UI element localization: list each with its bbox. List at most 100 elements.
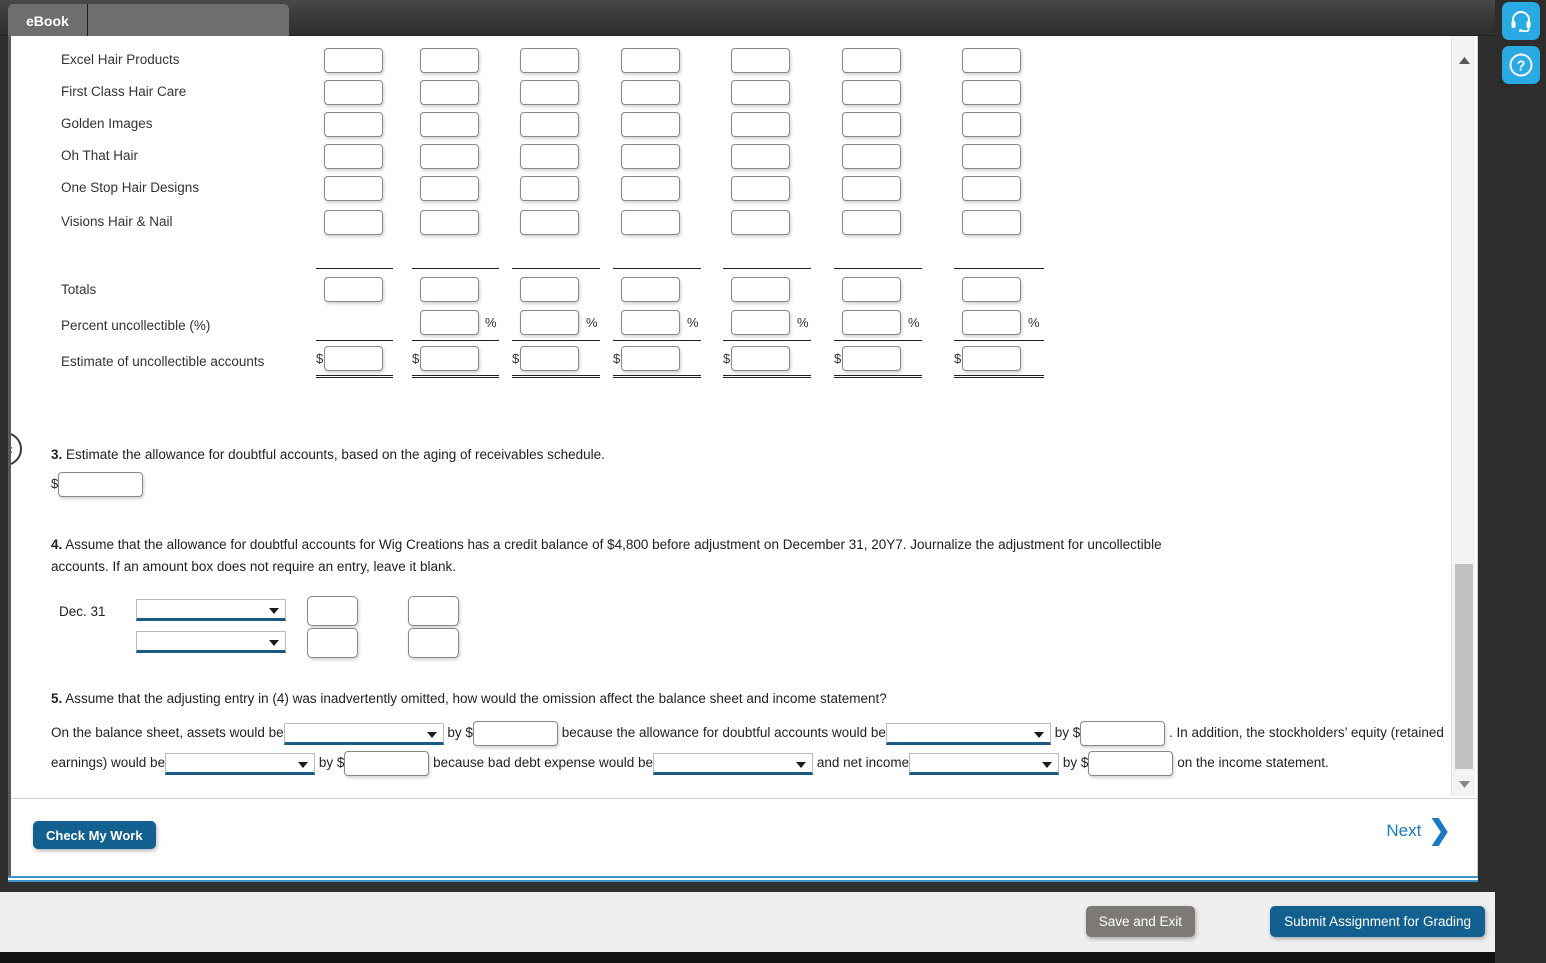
totals-cell-input[interactable] xyxy=(842,277,901,302)
chevron-left-icon: ‹ xyxy=(8,440,13,458)
q5-allowance-amount-input[interactable] xyxy=(1080,721,1166,747)
table-cell-input[interactable] xyxy=(962,48,1021,73)
submit-assignment-button[interactable]: Submit Assignment for Grading xyxy=(1270,906,1485,937)
q5-equity-amount-input[interactable] xyxy=(344,751,430,777)
table-cell-input[interactable] xyxy=(731,144,790,169)
question-3-answer-input[interactable] xyxy=(58,472,144,498)
help-button[interactable]: ? xyxy=(1502,46,1540,84)
table-cell-input[interactable] xyxy=(520,48,579,73)
q5-segment-10: by $ xyxy=(1062,755,1089,771)
table-cell-input[interactable] xyxy=(962,210,1021,235)
table-cell-input[interactable] xyxy=(324,210,383,235)
estimate-cell-input[interactable] xyxy=(731,346,790,371)
question-3-prompt: 3. Estimate the allowance for doubtful a… xyxy=(51,442,1431,468)
percent-cell-input[interactable] xyxy=(962,310,1021,335)
table-cell-input[interactable] xyxy=(420,112,479,137)
journal-account-select-1[interactable] xyxy=(136,598,286,621)
table-cell-input[interactable] xyxy=(621,112,680,137)
table-cell-input[interactable] xyxy=(324,112,383,137)
percent-cell-input[interactable] xyxy=(420,310,479,335)
estimate-cell-input[interactable] xyxy=(520,346,579,371)
table-cell-input[interactable] xyxy=(842,80,901,105)
next-button[interactable]: Next ❯ xyxy=(1386,817,1451,844)
table-cell-input[interactable] xyxy=(324,144,383,169)
percent-cell-input[interactable] xyxy=(621,310,680,335)
table-cell-input[interactable] xyxy=(420,176,479,201)
scroll-up-arrow[interactable] xyxy=(1452,50,1476,70)
percent-cell-input[interactable] xyxy=(731,310,790,335)
table-cell-input[interactable] xyxy=(420,144,479,169)
scroll-down-arrow[interactable] xyxy=(1452,774,1476,794)
estimate-cell-input[interactable] xyxy=(324,346,383,371)
table-cell-input[interactable] xyxy=(621,144,680,169)
check-my-work-button[interactable]: Check My Work xyxy=(33,821,156,849)
tab-ebook[interactable]: eBook xyxy=(8,4,88,38)
table-cell-input[interactable] xyxy=(842,48,901,73)
table-cell-input[interactable] xyxy=(731,112,790,137)
table-cell-input[interactable] xyxy=(520,210,579,235)
totals-cell-input[interactable] xyxy=(324,277,383,302)
table-cell-input[interactable] xyxy=(621,210,680,235)
table-cell-input[interactable] xyxy=(420,210,479,235)
table-cell-input[interactable] xyxy=(731,48,790,73)
table-cell-input[interactable] xyxy=(731,176,790,201)
percent-cell-input[interactable] xyxy=(842,310,901,335)
content-scrollbar[interactable] xyxy=(1451,36,1475,796)
table-cell-input[interactable] xyxy=(621,176,680,201)
question-5: 5. Assume that the adjusting entry in (4… xyxy=(51,686,1451,778)
save-and-exit-button[interactable]: Save and Exit xyxy=(1085,906,1195,937)
q5-netincome-amount-input[interactable] xyxy=(1088,751,1174,777)
estimate-top-rule xyxy=(954,340,1044,341)
row-label: One Stop Hair Designs xyxy=(61,180,200,195)
table-cell-input[interactable] xyxy=(324,176,383,201)
table-cell-input[interactable] xyxy=(842,176,901,201)
q5-equity-select[interactable] xyxy=(165,752,316,775)
table-cell-input[interactable] xyxy=(324,80,383,105)
table-cell-input[interactable] xyxy=(621,80,680,105)
estimate-cell-input[interactable] xyxy=(621,346,680,371)
totals-cell-input[interactable] xyxy=(420,277,479,302)
table-cell-input[interactable] xyxy=(621,48,680,73)
estimate-cell-input[interactable] xyxy=(420,346,479,371)
table-cell-input[interactable] xyxy=(842,112,901,137)
table-cell-input[interactable] xyxy=(520,80,579,105)
journal-account-select-2[interactable] xyxy=(136,630,286,653)
table-cell-input[interactable] xyxy=(842,144,901,169)
table-cell-input[interactable] xyxy=(962,112,1021,137)
table-cell-input[interactable] xyxy=(420,48,479,73)
q5-baddebt-select[interactable] xyxy=(653,752,814,775)
q5-allowance-select[interactable] xyxy=(885,722,1051,745)
q5-netincome-select[interactable] xyxy=(909,752,1060,775)
table-cell-input[interactable] xyxy=(842,210,901,235)
totals-cell-input[interactable] xyxy=(520,277,579,302)
table-cell-input[interactable] xyxy=(520,112,579,137)
totals-cell-input[interactable] xyxy=(731,277,790,302)
table-cell-input[interactable] xyxy=(731,80,790,105)
table-cell-input[interactable] xyxy=(520,176,579,201)
percent-cell-input[interactable] xyxy=(520,310,579,335)
journal-debit-input-2[interactable] xyxy=(307,627,358,658)
table-cell-input[interactable] xyxy=(962,144,1021,169)
totals-cell-input[interactable] xyxy=(621,277,680,302)
estimate-top-rule xyxy=(412,340,499,341)
q5-assets-select[interactable] xyxy=(283,722,444,745)
scrollbar-thumb[interactable] xyxy=(1455,564,1473,769)
top-header-bar: eBook xyxy=(0,0,1495,38)
table-cell-input[interactable] xyxy=(324,48,383,73)
currency-symbol: $ xyxy=(316,351,324,366)
q5-assets-amount-input[interactable] xyxy=(472,721,558,747)
table-cell-input[interactable] xyxy=(420,80,479,105)
tab-ebook-label: eBook xyxy=(26,13,69,29)
table-cell-input[interactable] xyxy=(962,80,1021,105)
tab-secondary[interactable] xyxy=(88,4,289,38)
estimate-cell-input[interactable] xyxy=(962,346,1021,371)
table-cell-input[interactable] xyxy=(731,210,790,235)
journal-debit-input-1[interactable] xyxy=(307,595,358,626)
totals-cell-input[interactable] xyxy=(962,277,1021,302)
estimate-cell-input[interactable] xyxy=(842,346,901,371)
support-button[interactable] xyxy=(1502,2,1540,40)
table-cell-input[interactable] xyxy=(520,144,579,169)
journal-credit-input-1[interactable] xyxy=(408,595,459,626)
journal-credit-input-2[interactable] xyxy=(408,627,459,658)
table-cell-input[interactable] xyxy=(962,176,1021,201)
